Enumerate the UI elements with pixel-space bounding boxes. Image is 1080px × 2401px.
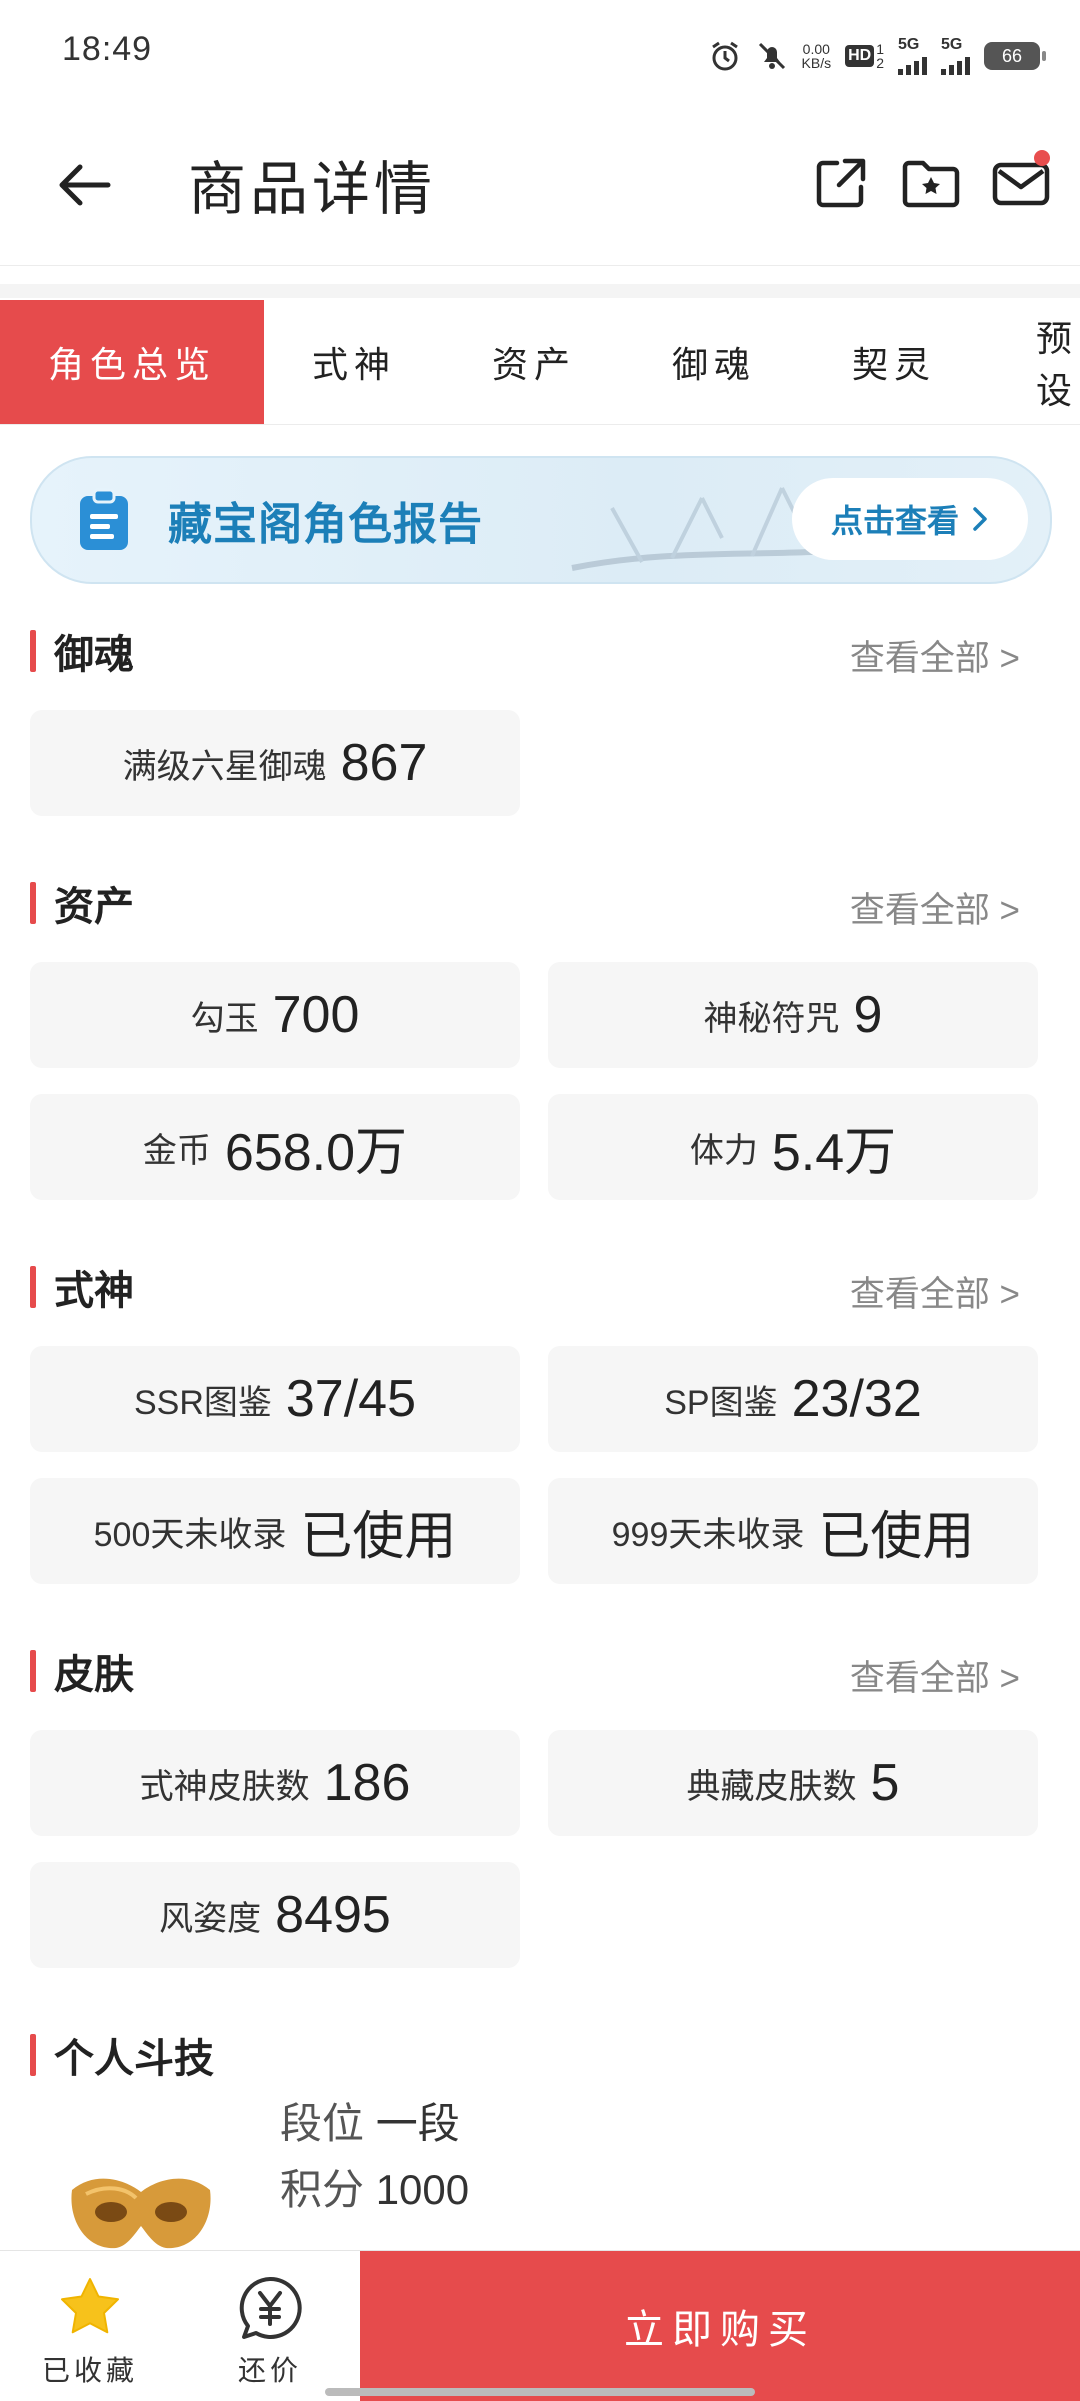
stat-card: 神秘符咒 9 (548, 962, 1038, 1068)
banner-title: 藏宝阁角色报告 (168, 500, 483, 549)
bottom-action-bar: 已收藏 还价 立即购买 (0, 2250, 1080, 2401)
tab-overview[interactable]: 角色总览 (0, 300, 264, 424)
report-clipboard-icon (80, 488, 128, 550)
stat-card: 500天未收录 已使用 (30, 1478, 520, 1584)
status-time: 18:49 (62, 30, 153, 68)
stat-card: 式神皮肤数 186 (30, 1730, 520, 1836)
tab-preset[interactable]: 预设 (984, 300, 1080, 424)
rank-mask-icon (71, 2178, 211, 2249)
message-button[interactable] (986, 148, 1056, 218)
signal-5g-2: 5G (941, 37, 970, 75)
chevron-right-icon (973, 507, 987, 531)
section-title-yuhun: 御魂 (30, 622, 134, 680)
share-button[interactable] (806, 148, 876, 218)
stat-card: 风姿度 8495 (30, 1862, 520, 1968)
tab-shikigami[interactable]: 式神 (264, 300, 444, 424)
signal-bars-icon (898, 53, 927, 75)
stat-card: 金币 658.0万 (30, 1094, 520, 1200)
rank-line: 段位 一段 (280, 2100, 460, 2147)
role-report-banner[interactable]: 藏宝阁角色报告 点击查看 (30, 456, 1052, 584)
tab-qiling[interactable]: 契灵 (804, 300, 984, 424)
category-tabs: 角色总览 式神 资产 御魂 契灵 预设 (0, 300, 1080, 425)
app-header: 商品详情 (0, 110, 1080, 266)
status-bar: 18:49 0.00 KB/s HD 1 2 5G 5G 66 (0, 0, 1080, 110)
arrow-left-icon (59, 164, 111, 206)
hd-indicator: HD 1 2 (845, 42, 884, 70)
tab-assets[interactable]: 资产 (444, 300, 624, 424)
stat-card: 满级六星御魂 867 (30, 710, 520, 816)
unread-dot (1034, 150, 1050, 166)
skins-see-all-link[interactable]: 查看全部 > (850, 1650, 1020, 1701)
section-title-skins: 皮肤 (30, 1642, 134, 1700)
stat-card: SSR图鉴 37/45 (30, 1346, 520, 1452)
favorite-button[interactable]: 已收藏 (0, 2251, 180, 2401)
home-indicator[interactable] (325, 2388, 755, 2396)
signal-5g-1: 5G (898, 37, 927, 75)
net-speed: 0.00 KB/s (801, 41, 832, 71)
page-title: 商品详情 (188, 155, 437, 223)
view-report-button[interactable]: 点击查看 (792, 478, 1028, 560)
score-line: 积分 1000 (280, 2166, 470, 2213)
star-icon (61, 2278, 119, 2334)
yuan-bubble-icon (239, 2276, 302, 2339)
buy-now-button[interactable]: 立即购买 (360, 2251, 1080, 2401)
section-title-pvp: 个人斗技 (30, 2026, 214, 2084)
folder-star-icon (902, 160, 960, 208)
divider (0, 284, 1080, 298)
stat-card: 勾玉 700 (30, 962, 520, 1068)
share-icon (816, 158, 866, 208)
battery-icon: 66 (984, 42, 1046, 70)
stat-card: 体力 5.4万 (548, 1094, 1038, 1200)
stat-card: 典藏皮肤数 5 (548, 1730, 1038, 1836)
stat-card: SP图鉴 23/32 (548, 1346, 1038, 1452)
pvp-rank-block: 段位 一段 积分 1000 (30, 2090, 1050, 2250)
tab-yuhun[interactable]: 御魂 (624, 300, 804, 424)
status-icons: 0.00 KB/s HD 1 2 5G 5G 66 (708, 36, 1046, 76)
signal-bars-icon (941, 53, 970, 75)
back-button[interactable] (50, 150, 120, 220)
alarm-icon (708, 39, 742, 73)
yuhun-see-all-link[interactable]: 查看全部 > (850, 630, 1020, 681)
section-title-assets: 资产 (30, 874, 134, 932)
section-title-shikigami: 式神 (30, 1258, 134, 1316)
favorite-folder-button[interactable] (896, 148, 966, 218)
bargain-button[interactable]: 还价 (180, 2251, 360, 2401)
stat-card: 999天未收录 已使用 (548, 1478, 1038, 1584)
shikigami-see-all-link[interactable]: 查看全部 > (850, 1266, 1020, 1317)
assets-see-all-link[interactable]: 查看全部 > (850, 882, 1020, 933)
mute-icon (756, 40, 788, 72)
